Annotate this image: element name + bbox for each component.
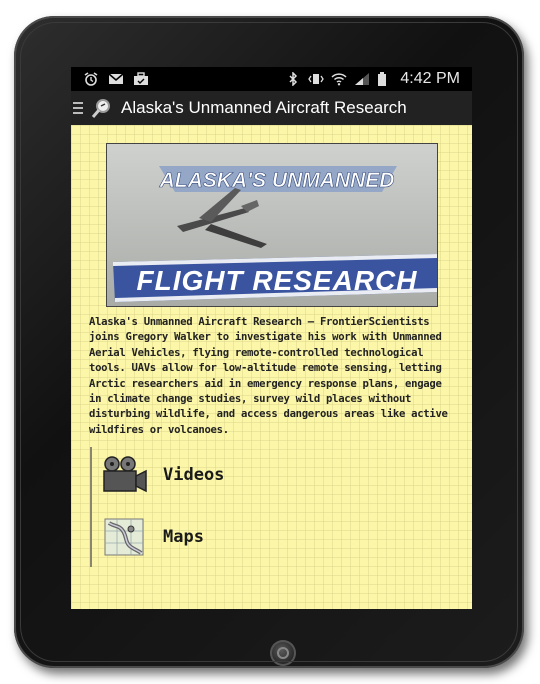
map-icon	[104, 518, 144, 556]
menu-item-label: Videos	[163, 465, 225, 485]
banner-bottom-text: FLIGHT RESEARCH	[137, 265, 418, 296]
action-bar: Alaska's Unmanned Aircraft Research	[71, 91, 472, 125]
description-text: Alaska's Unmanned Aircraft Research – Fr…	[89, 316, 448, 436]
vibrate-icon	[308, 74, 325, 84]
wifi-icon	[331, 73, 347, 86]
video-camera-icon	[103, 456, 147, 493]
menu-item-videos[interactable]: Videos	[101, 455, 224, 495]
clock: 4:42 PM	[400, 70, 460, 87]
magnifier-logo-icon[interactable]	[91, 97, 113, 119]
briefcase-icon	[134, 72, 148, 85]
app-title: Alaska's Unmanned Aircraft Research	[121, 98, 407, 117]
device-screen: 4:42 PM Alaska's Unmanned Aircraft Resea…	[71, 67, 472, 609]
hamburger-icon[interactable]	[73, 102, 83, 114]
menu-item-maps[interactable]: Maps	[101, 517, 204, 557]
battery-icon	[378, 72, 387, 86]
bluetooth-icon	[289, 72, 298, 86]
menu-item-label: Maps	[163, 527, 204, 547]
status-bar: 4:42 PM	[71, 67, 472, 91]
signal-icon	[355, 73, 370, 85]
banner-image: ALASKA'S UNMANNED FLIGHT RESEARCH	[106, 143, 438, 307]
banner-top-text: ALASKA'S UNMANNED	[159, 169, 395, 192]
menu-divider	[90, 447, 92, 567]
alarm-icon	[84, 72, 98, 86]
home-button[interactable]	[270, 640, 296, 666]
content-area: ALASKA'S UNMANNED FLIGHT RESEARCH Alaska…	[71, 125, 472, 609]
gmail-icon	[108, 73, 124, 84]
